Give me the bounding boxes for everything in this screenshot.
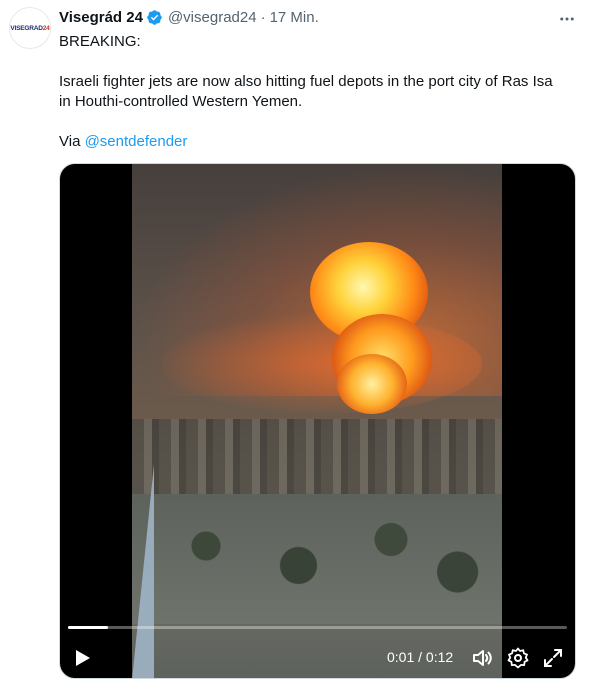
more-options-button[interactable] [556,8,578,30]
tweet-text-line: Israeli fighter jets are now also hittin… [59,73,553,90]
video-progress-fill [68,626,108,629]
video-player[interactable]: 0:01 / 0:12 [59,163,576,679]
fire-glow [162,314,482,414]
duration: 0:12 [425,649,454,665]
tweet-text-line: in Houthi-controlled Western Yemen. [59,93,303,110]
tweet-header: Visegrád 24 @visegrad24 · 17 Min. [59,9,319,26]
avatar-logo: VISEGRAD24 [10,24,50,32]
fullscreen-icon[interactable] [541,646,565,670]
time-separator: / [414,649,426,665]
video-timecode: 0:01 / 0:12 [387,649,453,665]
fireball [337,354,407,414]
via-line: Via @sentdefender [59,132,187,152]
verified-badge-icon [147,10,162,25]
mention-link[interactable]: @sentdefender [85,133,188,150]
author-name[interactable]: Visegrád 24 [59,9,143,26]
more-options-icon [560,17,574,21]
author-handle[interactable]: @visegrad24 [168,9,257,26]
separator-dot: · [260,9,266,26]
trees-foreground [132,494,502,624]
video-progress-bar[interactable] [68,626,567,629]
settings-icon[interactable] [506,646,530,670]
video-controls: 0:01 / 0:12 [60,640,575,676]
volume-icon[interactable] [470,646,494,670]
current-time: 0:01 [387,649,415,665]
video-frame[interactable] [132,164,502,678]
via-prefix: Via [59,133,85,150]
timestamp[interactable]: 17 Min. [270,9,319,26]
play-icon[interactable] [70,646,94,670]
avatar[interactable]: VISEGRAD24 [9,7,51,49]
tweet-text-line: BREAKING: [59,33,141,50]
